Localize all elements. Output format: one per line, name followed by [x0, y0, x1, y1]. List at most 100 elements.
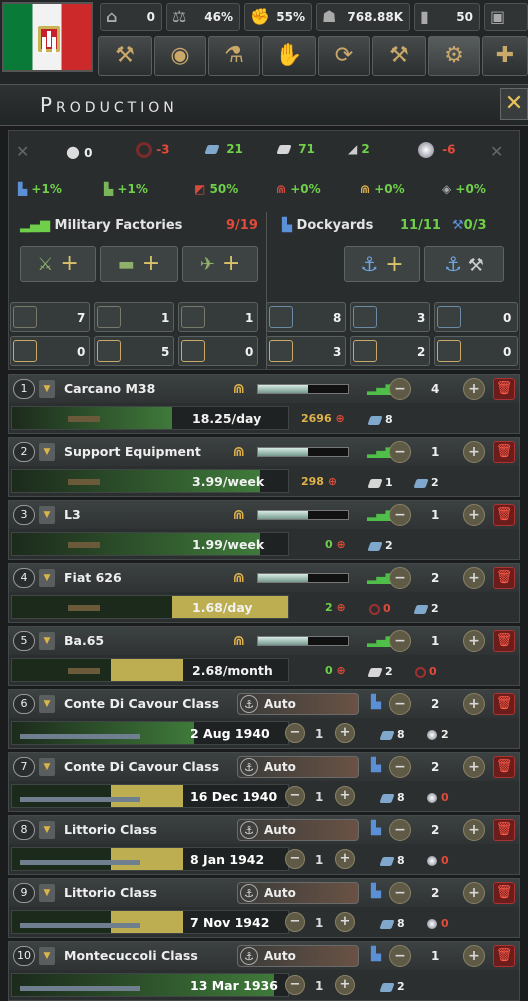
civilian-factories-counter[interactable]: ⌂ 0 — [100, 3, 162, 31]
decrease-count-button[interactable]: − — [285, 723, 305, 743]
equipment-name[interactable]: Fiat 626 — [64, 570, 122, 585]
trade-button[interactable]: ⟳ — [318, 36, 370, 76]
delete-line-button[interactable]: 🗑 — [493, 756, 515, 778]
priority-index[interactable]: 1 — [13, 379, 35, 399]
priority-index[interactable]: 4 — [13, 568, 35, 588]
politics-button[interactable]: ⚒ — [98, 36, 152, 76]
efficiency-growth[interactable]: ⋒ +0% — [276, 182, 321, 196]
stockpile-lines[interactable]: 3 — [266, 336, 346, 366]
production-line[interactable]: 2 ▼ Support Equipment ⋒ ▂▄▆ − 1 + 🗑 3.99… — [8, 437, 520, 497]
efficiency-retention[interactable]: ⋒ +0% — [360, 182, 405, 196]
dockyard-bonus[interactable]: ▙ +1% — [18, 182, 62, 196]
auto-mode-select[interactable]: ⚓ Auto — [237, 756, 359, 778]
ship-class-name[interactable]: Littorio Class — [64, 822, 157, 837]
add-dockyard-button[interactable]: + — [463, 945, 485, 967]
priority-index[interactable]: 5 — [13, 631, 35, 651]
priority-index[interactable]: 7 — [13, 757, 35, 777]
delete-line-button[interactable]: 🗑 — [493, 630, 515, 652]
chromium-resource[interactable]: -6 — [418, 142, 456, 164]
add-naval-button[interactable]: ⚓ + — [344, 246, 420, 282]
priority-lines[interactable]: 0 — [178, 336, 258, 366]
shortage-lines[interactable]: 2 — [350, 336, 430, 366]
chevron-down-icon[interactable]: ▼ — [39, 947, 55, 965]
remove-dockyard-button[interactable]: − — [389, 693, 411, 715]
decrease-count-button[interactable]: − — [285, 849, 305, 869]
manpower-counter[interactable]: ☗ 768.88K — [316, 3, 410, 31]
decrease-count-button[interactable]: − — [285, 786, 305, 806]
add-dockyard-button[interactable]: + — [463, 882, 485, 904]
construction-button[interactable]: ⚒ — [372, 36, 426, 76]
chevron-down-icon[interactable]: ▼ — [39, 380, 55, 398]
tungsten-resource[interactable]: ◢ 2 — [348, 142, 370, 164]
add-factory-button[interactable]: + — [463, 441, 485, 463]
delete-line-button[interactable]: 🗑 — [493, 441, 515, 463]
convoys-counter[interactable]: ▣ — [484, 3, 528, 31]
equipment-name[interactable]: L3 — [64, 507, 81, 522]
decrease-count-button[interactable]: − — [285, 912, 305, 932]
equipment-name[interactable]: Ba.65 — [64, 633, 104, 648]
equipment-name[interactable]: Carcano M38 — [64, 381, 155, 396]
italy-flag[interactable] — [2, 2, 93, 72]
chevron-down-icon[interactable]: ▼ — [39, 884, 55, 902]
research-button[interactable]: ⚗ — [208, 36, 260, 76]
decrease-count-button[interactable]: − — [285, 975, 305, 995]
priority-index[interactable]: 9 — [13, 883, 35, 903]
delete-line-button[interactable]: 🗑 — [493, 819, 515, 841]
rubber-resource[interactable]: -3 — [136, 142, 170, 164]
submarine-lines[interactable]: 8 — [266, 302, 346, 332]
production-line[interactable]: 4 ▼ Fiat 626 ⋒ ▂▄▆ − 2 + 🗑 1.68/day 2 ⊕ … — [8, 563, 520, 623]
chevron-down-icon[interactable]: ▼ — [39, 632, 55, 650]
ship-lines[interactable]: 3 — [350, 302, 430, 332]
add-armor-button[interactable]: ▬ + — [100, 246, 178, 282]
chevron-down-icon[interactable]: ▼ — [39, 506, 55, 524]
ship-class-name[interactable]: Littorio Class — [64, 885, 157, 900]
remove-factory-button[interactable]: − — [389, 630, 411, 652]
chevron-down-icon[interactable]: ▼ — [39, 443, 55, 461]
fuel-lines[interactable]: 5 — [94, 336, 174, 366]
remove-factory-button[interactable]: − — [389, 378, 411, 400]
add-factory-button[interactable]: + — [463, 567, 485, 589]
priority-index[interactable]: 2 — [13, 442, 35, 462]
remove-factory-button[interactable]: − — [389, 567, 411, 589]
remove-dockyard-button[interactable]: − — [389, 945, 411, 967]
steel-resource[interactable]: 21 — [204, 142, 243, 164]
production-line[interactable]: 3 ▼ L3 ⋒ ▂▄▆ − 1 + 🗑 1.99/week 0 ⊕ 2 — [8, 500, 520, 560]
delete-line-button[interactable]: 🗑 — [493, 567, 515, 589]
war-support-counter[interactable]: ✊ 55% — [244, 3, 312, 31]
efficiency-cap[interactable]: ◩ 50% — [194, 182, 238, 196]
naval-production-line[interactable]: 7 ▼ Conte Di Cavour Class ⚓ Auto ▙ − 2 + … — [8, 752, 520, 812]
stability-counter[interactable]: ⚖ 46% — [166, 3, 240, 31]
ship-class-name[interactable]: Montecuccoli Class — [64, 948, 198, 963]
armor-lines[interactable]: 1 — [94, 302, 174, 332]
ship-class-name[interactable]: Conte Di Cavour Class — [64, 759, 219, 774]
upgrade-naval-lines[interactable]: 0 — [434, 336, 518, 366]
remove-dockyard-button[interactable]: − — [389, 756, 411, 778]
production-line[interactable]: 5 ▼ Ba.65 ⋒ ▂▄▆ − 1 + 🗑 2.68/month 0 ⊕ 2… — [8, 626, 520, 686]
convoy-lines[interactable]: 0 — [434, 302, 518, 332]
priority-index[interactable]: 3 — [13, 505, 35, 525]
ship-class-name[interactable]: Conte Di Cavour Class — [64, 696, 219, 711]
naval-production-line[interactable]: 10 ▼ Montecuccoli Class ⚓ Auto ▙ − 1 + 🗑 … — [8, 941, 520, 1001]
remove-factory-button[interactable]: − — [389, 441, 411, 463]
upgrade-lines[interactable]: 0 — [10, 336, 90, 366]
naval-production-line[interactable]: 8 ▼ Littorio Class ⚓ Auto ▙ − 2 + 🗑 8 Jan… — [8, 815, 520, 875]
chevron-down-icon[interactable]: ▼ — [39, 569, 55, 587]
production-line[interactable]: 1 ▼ Carcano M38 ⋒ ▂▄▆ − 4 + 🗑 18.25/day … — [8, 374, 520, 434]
production-button[interactable]: ⚙ — [428, 36, 480, 76]
factory-bonus[interactable]: ▙ +1% — [104, 182, 148, 196]
auto-mode-select[interactable]: ⚓ Auto — [237, 882, 359, 904]
auto-mode-select[interactable]: ⚓ Auto — [237, 945, 359, 967]
delete-line-button[interactable]: 🗑 — [493, 693, 515, 715]
equipment-name[interactable]: Support Equipment — [64, 444, 201, 459]
remove-factory-button[interactable]: − — [389, 504, 411, 526]
auto-mode-select[interactable]: ⚓ Auto — [237, 819, 359, 841]
priority-index[interactable]: 10 — [13, 946, 35, 966]
add-air-button[interactable]: ✈ + — [182, 246, 258, 282]
remove-dockyard-button[interactable]: − — [389, 882, 411, 904]
add-factory-button[interactable]: + — [463, 630, 485, 652]
diplomacy-button[interactable]: ✋ — [262, 36, 316, 76]
remove-dockyard-button[interactable]: − — [389, 819, 411, 841]
chevron-down-icon[interactable]: ▼ — [39, 695, 55, 713]
increase-count-button[interactable]: + — [335, 786, 355, 806]
add-factory-button[interactable]: + — [463, 504, 485, 526]
